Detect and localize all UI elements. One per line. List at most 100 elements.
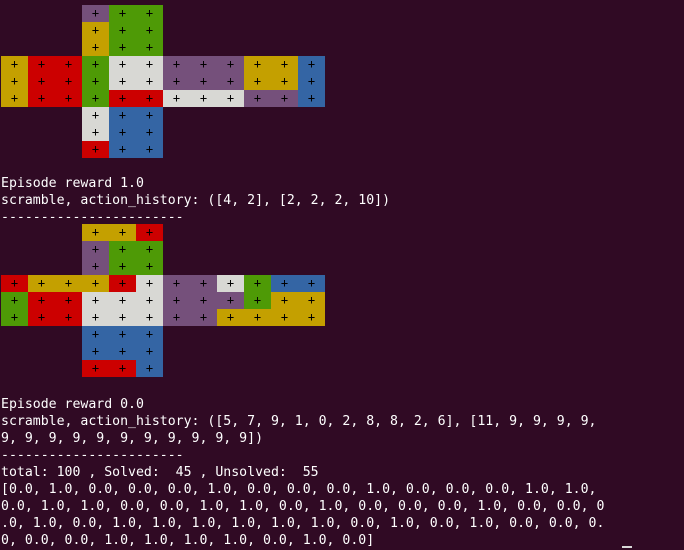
sticker-bottom: +: [136, 141, 163, 158]
sticker-right: +: [190, 309, 217, 326]
results-list-line-3: .0, 1.0, 0.0, 1.0, 1.0, 1.0, 1.0, 1.0, 1…: [1, 516, 605, 531]
episode-2-action-history-line-1: scramble, action_history: ([5, 7, 9, 1, …: [1, 414, 597, 429]
sticker-front: +: [136, 73, 163, 90]
sticker-bottom: +: [136, 343, 163, 360]
separator-line-2: -----------------------: [1, 448, 184, 463]
sticker-back: +: [298, 292, 325, 309]
sticker-left: +: [28, 90, 55, 107]
sticker-front: +: [82, 56, 109, 73]
sticker-bottom: +: [109, 360, 136, 377]
sticker-top: +: [82, 39, 109, 56]
sticker-back: +: [271, 309, 298, 326]
results-list-line-4: 0, 0.0, 0.0, 1.0, 1.0, 1.0, 1.0, 0.0, 1.…: [1, 533, 375, 548]
sticker-top: +: [136, 224, 163, 241]
sticker-right: +: [163, 73, 190, 90]
sticker-right: +: [217, 292, 244, 309]
sticker-back: +: [298, 275, 325, 292]
sticker-front: +: [109, 90, 136, 107]
sticker-bottom: +: [136, 326, 163, 343]
sticker-front: +: [109, 292, 136, 309]
sticker-right: +: [163, 292, 190, 309]
sticker-left: +: [1, 56, 28, 73]
sticker-back: +: [271, 56, 298, 73]
sticker-front: +: [136, 56, 163, 73]
sticker-back: +: [244, 73, 271, 90]
sticker-right: +: [190, 90, 217, 107]
sticker-back: +: [271, 90, 298, 107]
sticker-left: +: [1, 73, 28, 90]
sticker-back: +: [298, 90, 325, 107]
sticker-back: +: [244, 309, 271, 326]
sticker-top: +: [82, 22, 109, 39]
sticker-top: +: [109, 22, 136, 39]
sticker-front: +: [109, 73, 136, 90]
sticker-right: +: [190, 275, 217, 292]
cube-net-2: + + + + + + + + + + + + + + + + + + + + + + + + + + + + + + + + + + + + + + + +…: [0, 224, 330, 377]
results-list-line-2: 0.0, 1.0, 1.0, 0.0, 0.0, 1.0, 1.0, 0.0, …: [1, 499, 605, 514]
episode-2-reward: Episode reward 0.0: [1, 397, 144, 412]
sticker-bottom: +: [82, 343, 109, 360]
sticker-left: +: [1, 309, 28, 326]
sticker-top: +: [109, 241, 136, 258]
terminal-cursor: [622, 546, 632, 548]
sticker-bottom: +: [109, 141, 136, 158]
sticker-top: +: [82, 224, 109, 241]
sticker-front: +: [136, 275, 163, 292]
sticker-left: +: [1, 90, 28, 107]
sticker-top: +: [109, 5, 136, 22]
sticker-left: +: [28, 309, 55, 326]
sticker-left: +: [1, 292, 28, 309]
sticker-right: +: [190, 56, 217, 73]
sticker-front: +: [136, 90, 163, 107]
sticker-front: +: [82, 73, 109, 90]
sticker-front: +: [82, 90, 109, 107]
results-list-line-1: [0.0, 1.0, 0.0, 0.0, 0.0, 1.0, 0.0, 0.0,…: [1, 482, 597, 497]
sticker-left: +: [28, 275, 55, 292]
sticker-left: +: [28, 292, 55, 309]
sticker-back: +: [271, 275, 298, 292]
episode-2-action-history-line-2: 9, 9, 9, 9, 9, 9, 9, 9, 9, 9, 9]): [1, 431, 264, 446]
sticker-bottom: +: [82, 124, 109, 141]
sticker-left: +: [55, 73, 82, 90]
summary-totals: total: 100 , Solved: 45 , Unsolved: 55: [1, 465, 319, 480]
sticker-top: +: [136, 39, 163, 56]
sticker-top: +: [136, 5, 163, 22]
sticker-right: +: [163, 56, 190, 73]
sticker-back: +: [271, 73, 298, 90]
sticker-bottom: +: [109, 124, 136, 141]
sticker-front: +: [109, 56, 136, 73]
sticker-left: +: [28, 56, 55, 73]
sticker-top: +: [136, 22, 163, 39]
sticker-top: +: [82, 258, 109, 275]
sticker-back: +: [244, 292, 271, 309]
sticker-right: +: [163, 309, 190, 326]
sticker-back: +: [271, 292, 298, 309]
sticker-front: +: [109, 309, 136, 326]
episode-1-action-history: scramble, action_history: ([4, 2], [2, 2…: [1, 193, 391, 208]
sticker-left: +: [55, 309, 82, 326]
sticker-front: +: [136, 292, 163, 309]
sticker-top: +: [82, 241, 109, 258]
sticker-left: +: [55, 275, 82, 292]
cube-net-1: + + + + + + + + + + + + + + + + + + + + + + + + + + + + + + + + + + + + + + + +…: [0, 5, 330, 158]
sticker-front: +: [82, 275, 109, 292]
sticker-right: +: [190, 73, 217, 90]
sticker-bottom: +: [82, 326, 109, 343]
sticker-back: +: [244, 275, 271, 292]
sticker-right: +: [190, 292, 217, 309]
sticker-left: +: [55, 90, 82, 107]
sticker-bottom: +: [109, 326, 136, 343]
sticker-left: +: [1, 275, 28, 292]
sticker-front: +: [136, 309, 163, 326]
sticker-top: +: [136, 258, 163, 275]
sticker-top: +: [109, 224, 136, 241]
sticker-bottom: +: [82, 107, 109, 124]
sticker-right: +: [217, 309, 244, 326]
sticker-right: +: [163, 90, 190, 107]
episode-1-reward: Episode reward 1.0: [1, 176, 144, 191]
sticker-back: +: [298, 73, 325, 90]
sticker-bottom: +: [136, 124, 163, 141]
sticker-bottom: +: [136, 360, 163, 377]
sticker-back: +: [298, 309, 325, 326]
sticker-right: +: [217, 275, 244, 292]
